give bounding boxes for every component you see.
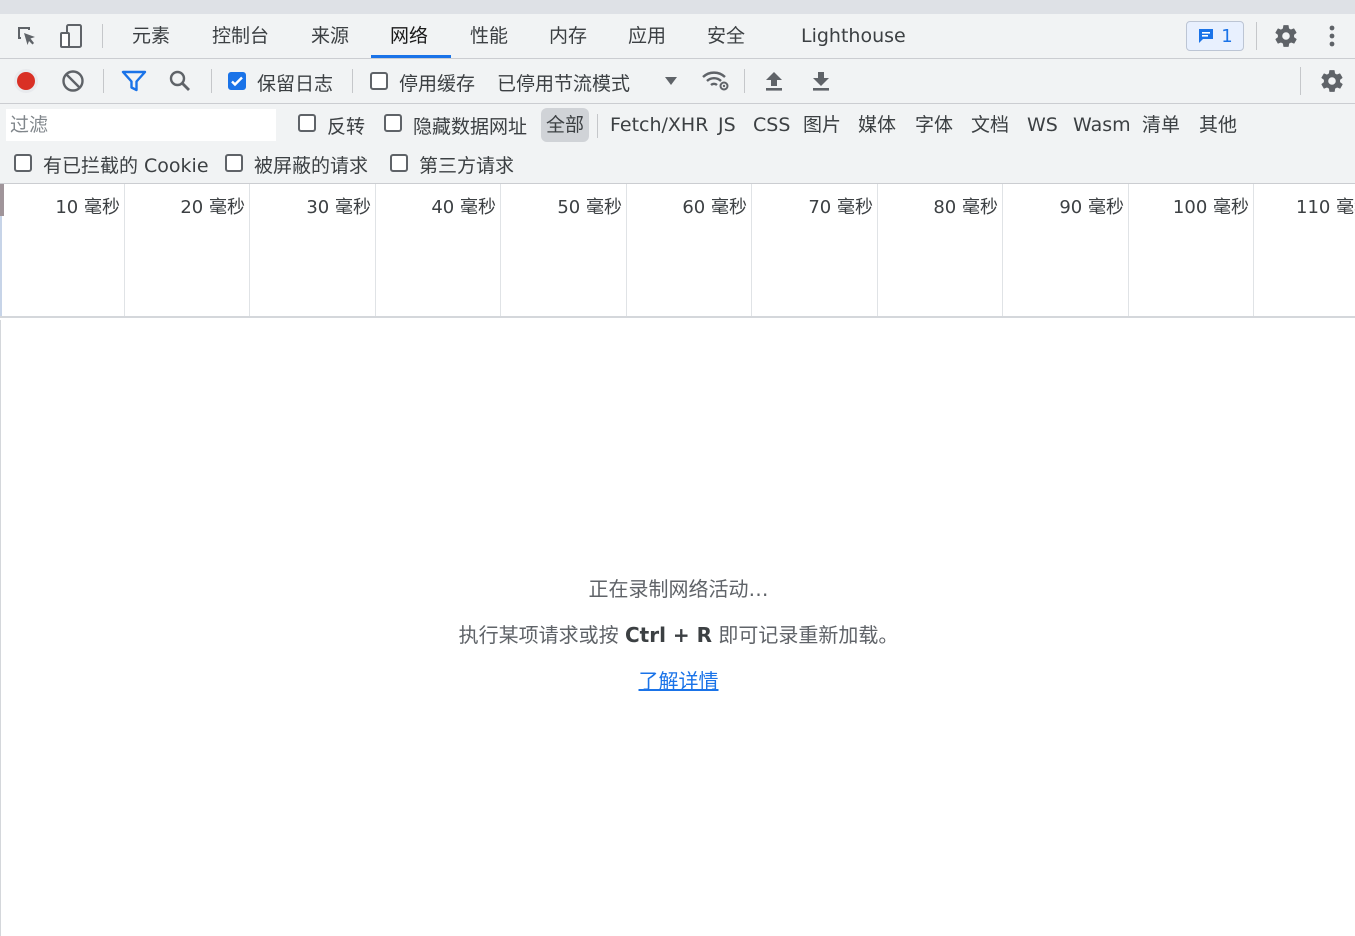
tab-elements[interactable]: 元素: [132, 14, 170, 58]
active-tab-indicator: [371, 55, 451, 58]
type-filter-ws[interactable]: WS: [1022, 108, 1063, 142]
timeline-tick-label: 70 毫秒: [808, 197, 873, 218]
third-party-label: 第三方请求: [419, 155, 515, 177]
timeline-tick-label: 90 毫秒: [1059, 197, 1124, 218]
learn-more-link[interactable]: 了解详情: [639, 669, 719, 693]
search-icon[interactable]: [165, 67, 195, 95]
separator: [597, 114, 598, 138]
inspect-element-icon[interactable]: [12, 22, 42, 50]
timeline-tick: 10 毫秒: [0, 184, 125, 316]
timeline-tick-label: 100 毫秒: [1172, 197, 1249, 218]
issues-badge[interactable]: 1: [1186, 21, 1244, 51]
tab-application[interactable]: 应用: [628, 14, 666, 58]
record-icon[interactable]: [12, 67, 40, 95]
tab-security[interactable]: 安全: [707, 14, 745, 58]
timeline-tick: 50 毫秒: [501, 184, 627, 316]
network-settings-gear-icon[interactable]: [1316, 65, 1348, 97]
hide-data-urls-label: 隐藏数据网址: [413, 116, 528, 138]
more-options-icon[interactable]: [1320, 20, 1344, 52]
network-toolbar: 保留日志 停用缓存 已停用节流模式: [0, 59, 1355, 104]
blocked-requests-label: 被屏蔽的请求: [254, 155, 369, 177]
tab-performance[interactable]: 性能: [470, 14, 508, 58]
separator: [1256, 22, 1257, 50]
separator: [211, 69, 212, 93]
third-party-checkbox[interactable]: [390, 154, 408, 172]
timeline-tick: 100 毫秒: [1129, 184, 1254, 316]
timeline-tick-label: 10 毫秒: [55, 197, 120, 218]
blocked-cookies-checkbox[interactable]: [14, 154, 32, 172]
timeline-tick: 110 毫秒: [1254, 184, 1355, 316]
hide-data-urls-checkbox[interactable]: [384, 114, 402, 132]
separator: [103, 69, 104, 93]
timeline-tick-label: 20 毫秒: [180, 197, 245, 218]
disable-cache-label: 停用缓存: [399, 73, 476, 95]
import-har-icon[interactable]: [760, 67, 788, 95]
disable-cache-checkbox[interactable]: [370, 72, 388, 90]
timeline-tick: 40 毫秒: [376, 184, 501, 316]
tab-memory[interactable]: 内存: [549, 14, 587, 58]
type-filter-fetch-xhr[interactable]: Fetch/XHR: [605, 108, 713, 142]
window-top-strip: [0, 0, 1355, 14]
recording-hint: 执行某项请求或按 Ctrl + R 即可记录重新加载。: [1, 619, 1355, 648]
type-filter-media[interactable]: 媒体: [853, 108, 901, 142]
hint-prefix: 执行某项请求或按: [458, 623, 619, 647]
preserve-log-label: 保留日志: [257, 73, 334, 95]
type-filter-css[interactable]: CSS: [748, 108, 795, 142]
network-requests-panel: 正在录制网络活动… 执行某项请求或按 Ctrl + R 即可记录重新加载。 了解…: [0, 320, 1355, 936]
type-filter-font[interactable]: 字体: [910, 108, 958, 142]
separator: [744, 69, 745, 93]
learn-more-container: 了解详情: [1, 665, 1355, 694]
timeline-overview[interactable]: 10 毫秒 20 毫秒 30 毫秒 40 毫秒 50 毫秒 60 毫秒 70 毫…: [0, 184, 1355, 318]
devtools-tab-bar: 元素 控制台 来源 网络 性能 内存 应用 安全 Lighthouse 1: [0, 14, 1355, 59]
preserve-log-checkbox[interactable]: [228, 72, 246, 90]
tab-console[interactable]: 控制台: [212, 14, 269, 58]
timeline-tick-label: 110 毫秒: [1296, 197, 1355, 218]
tab-sources[interactable]: 来源: [311, 14, 349, 58]
filter-bar: 反转 隐藏数据网址 全部 Fetch/XHR JS CSS 图片 媒体 字体 文…: [0, 104, 1355, 184]
invert-label: 反转: [327, 116, 366, 138]
type-filter-js[interactable]: JS: [713, 108, 741, 142]
timeline-tick-label: 50 毫秒: [557, 197, 622, 218]
type-filter-doc[interactable]: 文档: [966, 108, 1014, 142]
timeline-tick-label: 30 毫秒: [306, 197, 371, 218]
timeline-tick: 30 毫秒: [250, 184, 376, 316]
recording-status: 正在录制网络活动…: [588, 577, 769, 601]
hint-suffix: 即可记录重新加载。: [718, 623, 899, 647]
message-icon: [1199, 29, 1214, 43]
blocked-requests-checkbox[interactable]: [225, 154, 243, 172]
separator: [352, 69, 353, 93]
type-filter-wasm[interactable]: Wasm: [1068, 108, 1136, 142]
type-filter-other[interactable]: 其他: [1194, 108, 1242, 142]
timeline-tick-label: 40 毫秒: [431, 197, 496, 218]
export-har-icon[interactable]: [807, 67, 835, 95]
tab-network[interactable]: 网络: [390, 14, 428, 58]
type-filter-all[interactable]: 全部: [541, 108, 590, 142]
separator: [102, 24, 103, 48]
separator: [1300, 67, 1301, 95]
throttling-select[interactable]: 已停用节流模式: [497, 69, 630, 96]
filter-input[interactable]: [6, 109, 276, 141]
chevron-down-icon[interactable]: [662, 71, 680, 91]
timeline-tick: 80 毫秒: [878, 184, 1003, 316]
issues-count: 1: [1221, 25, 1233, 47]
device-toolbar-icon[interactable]: [56, 22, 86, 50]
invert-checkbox[interactable]: [298, 114, 316, 132]
filter-icon[interactable]: [119, 67, 149, 95]
blocked-cookies-label: 有已拦截的 Cookie: [43, 155, 209, 177]
timeline-tick-label: 60 毫秒: [682, 197, 747, 218]
timeline-tick: 70 毫秒: [752, 184, 878, 316]
tab-lighthouse[interactable]: Lighthouse: [801, 14, 906, 58]
type-filter-manifest[interactable]: 清单: [1137, 108, 1185, 142]
clear-icon[interactable]: [59, 67, 87, 95]
timeline-tick-label: 80 毫秒: [933, 197, 998, 218]
network-conditions-icon[interactable]: [698, 67, 732, 95]
type-filter-img[interactable]: 图片: [798, 108, 846, 142]
settings-gear-icon[interactable]: [1270, 20, 1302, 52]
timeline-tick: 60 毫秒: [627, 184, 752, 316]
timeline-tick: 20 毫秒: [125, 184, 250, 316]
timeline-tick: 90 毫秒: [1003, 184, 1129, 316]
reload-shortcut: Ctrl + R: [624, 623, 713, 647]
